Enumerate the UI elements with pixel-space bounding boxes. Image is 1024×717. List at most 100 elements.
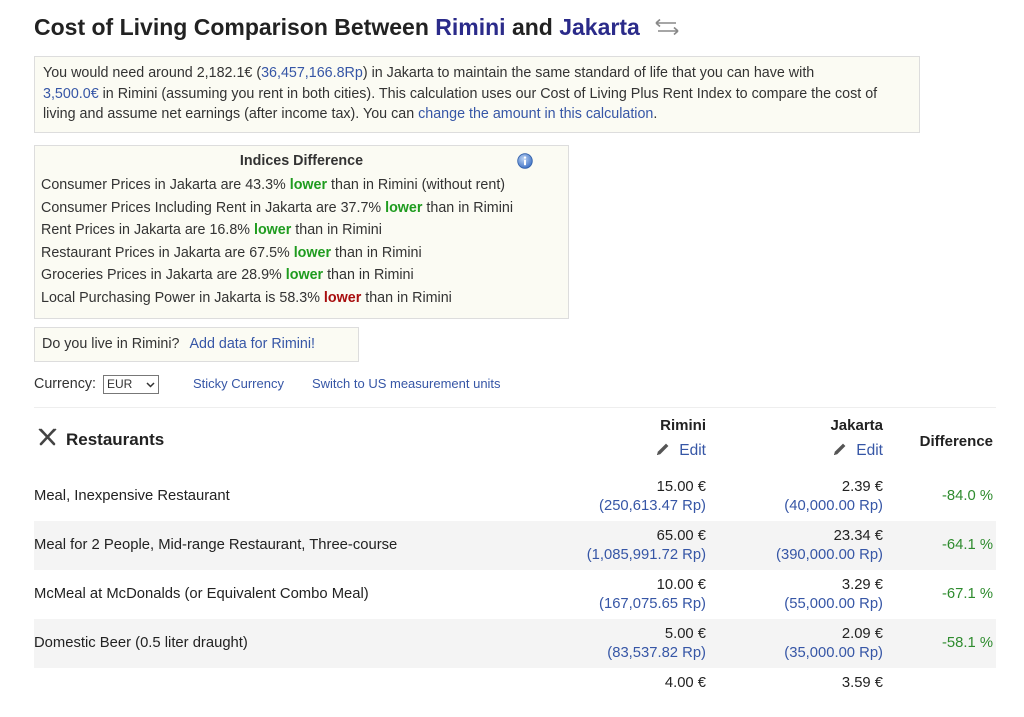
- change-amount-link[interactable]: change the amount in this calculation: [418, 106, 653, 122]
- price-jakarta: 23.34 € (390,000.00 Rp): [776, 527, 883, 565]
- price-eur: 2.09 €: [841, 626, 883, 642]
- index-text: than in Rimini: [291, 222, 382, 238]
- lower-label: lower: [323, 289, 362, 306]
- price-jakarta: 2.39 € (40,000.00 Rp): [784, 478, 883, 516]
- item-name: Meal for 2 People, Mid-range Restaurant,…: [34, 537, 398, 553]
- index-row-purchasing-power: Local Purchasing Power in Jakarta is 58.…: [41, 287, 562, 310]
- price-rimini: 15.00 € (250,613.47 Rp): [599, 478, 706, 516]
- index-row-restaurant: Restaurant Prices in Jakarta are 67.5% l…: [41, 242, 562, 265]
- table-row: McMeal at McDonalds (or Equivalent Combo…: [34, 570, 996, 619]
- summary-box: You would need around 2,182.1€ (36,457,1…: [34, 56, 920, 133]
- difference-value: -84.0 %: [942, 488, 993, 504]
- column-rimini: Rimini Edit: [655, 417, 706, 460]
- price-rp: (55,000.00 Rp): [784, 596, 883, 612]
- index-row-consumer-rent: Consumer Prices Including Rent in Jakart…: [41, 197, 562, 220]
- price-eur: 2.39 €: [841, 479, 883, 495]
- price-rp: (40,000.00 Rp): [784, 498, 883, 514]
- price-jakarta: 3.59 €: [842, 674, 883, 693]
- item-name: Meal, Inexpensive Restaurant: [34, 488, 230, 504]
- currency-select[interactable]: EUR: [102, 374, 159, 394]
- price-rp: (390,000.00 Rp): [776, 547, 883, 563]
- index-row-groceries: Groceries Prices in Jakarta are 28.9% lo…: [41, 264, 562, 287]
- title-city-rimini[interactable]: Rimini: [435, 14, 505, 40]
- index-text: than in Rimini: [331, 244, 422, 261]
- summary-amount-eur: 3,500.0€: [43, 85, 99, 102]
- title-prefix: Cost of Living Comparison Between: [34, 14, 429, 40]
- price-rp: (250,613.47 Rp): [599, 498, 706, 514]
- index-text: Local Purchasing Power in Jakarta is 58.…: [41, 289, 324, 306]
- currency-selected: EUR: [106, 376, 133, 391]
- pencil-icon: [657, 443, 669, 455]
- live-question: Do you live in Rimini?: [42, 336, 180, 352]
- table-row: 4.00 € 3.59 €: [34, 668, 996, 717]
- title-and: and: [511, 14, 553, 40]
- table-header: Restaurants Rimini Edit Jakarta Edit Dif…: [34, 408, 996, 472]
- live-in-city-box: Do you live in Rimini? Add data for Rimin…: [34, 327, 359, 362]
- price-eur: 10.00 €: [656, 577, 706, 593]
- price-rp: (1,085,991.72 Rp): [586, 547, 706, 563]
- fork-knife-icon: [38, 428, 58, 451]
- summary-text-4: .: [653, 106, 658, 122]
- table-row: Meal for 2 People, Mid-range Restaurant,…: [34, 521, 996, 570]
- add-data-link[interactable]: Add data for Rimini!: [189, 336, 315, 352]
- edit-jakarta-button[interactable]: Edit: [830, 441, 883, 460]
- column-difference: Difference: [919, 433, 993, 450]
- currency-label: Currency:: [34, 376, 96, 392]
- column-jakarta: Jakarta Edit: [830, 417, 883, 460]
- price-eur: 15.00 €: [656, 479, 706, 495]
- column-jakarta-label: Jakarta: [830, 417, 883, 434]
- index-text: Consumer Prices in Jakarta are 43.3%: [41, 177, 290, 193]
- index-text: Restaurant Prices in Jakarta are 67.5%: [41, 244, 294, 261]
- price-rimini: 5.00 € (83,537.82 Rp): [607, 625, 706, 663]
- index-text: Consumer Prices Including Rent in Jakart…: [41, 199, 386, 216]
- price-rp: (35,000.00 Rp): [784, 645, 883, 661]
- item-name: McMeal at McDonalds (or Equivalent Combo…: [34, 586, 369, 602]
- info-icon[interactable]: [517, 153, 533, 173]
- page-title: Cost of Living Comparison Between Rimini…: [34, 14, 680, 42]
- price-eur: 65.00 €: [656, 528, 706, 544]
- difference-value: -64.1 %: [942, 537, 993, 553]
- column-rimini-label: Rimini: [660, 417, 706, 434]
- index-text: than in Rimini: [422, 199, 514, 216]
- lower-label: lower: [253, 222, 292, 238]
- pencil-icon: [834, 443, 846, 455]
- lower-label: lower: [289, 177, 328, 193]
- price-eur: 3.29 €: [841, 577, 883, 593]
- swap-cities-icon[interactable]: [654, 15, 680, 42]
- category-heading: Restaurants: [38, 428, 164, 451]
- price-rp: (167,075.65 Rp): [599, 596, 706, 612]
- price-jakarta: 3.29 € (55,000.00 Rp): [784, 576, 883, 614]
- edit-label: Edit: [856, 442, 883, 459]
- price-rimini: 4.00 €: [665, 674, 706, 693]
- index-row-consumer: Consumer Prices in Jakarta are 43.3% low…: [41, 174, 562, 197]
- indices-heading: Indices Difference: [239, 153, 364, 169]
- title-city-jakarta[interactable]: Jakarta: [559, 14, 640, 40]
- index-text: than in Rimini: [361, 289, 452, 306]
- index-text: Groceries Prices in Jakarta are 28.9%: [41, 267, 286, 283]
- price-rp: (83,537.82 Rp): [607, 645, 706, 661]
- difference-value: -58.1 %: [942, 635, 993, 651]
- summary-text-1: You would need around 2,182.1€ (: [43, 65, 262, 81]
- item-name: Domestic Beer (0.5 liter draught): [34, 635, 248, 651]
- table-row: Meal, Inexpensive Restaurant 15.00 € (250…: [34, 472, 996, 521]
- indices-difference-box: Indices Difference Consumer Prices in Ja…: [34, 145, 569, 319]
- prices-table: Restaurants Rimini Edit Jakarta Edit Dif…: [34, 407, 996, 717]
- price-jakarta: 2.09 € (35,000.00 Rp): [784, 625, 883, 663]
- lower-label: lower: [293, 244, 332, 261]
- edit-rimini-button[interactable]: Edit: [655, 441, 706, 460]
- price-eur: 4.00 €: [664, 675, 706, 691]
- summary-amount-rp: 36,457,166.8Rp: [261, 65, 363, 81]
- us-units-link[interactable]: Switch to US measurement units: [312, 376, 501, 391]
- table-row: Domestic Beer (0.5 liter draught) 5.00 €…: [34, 619, 996, 668]
- price-eur: 23.34 €: [833, 528, 883, 544]
- lower-label: lower: [385, 199, 423, 216]
- price-eur: 3.59 €: [841, 675, 883, 691]
- currency-bar: Currency: EUR Sticky Currency Switch to …: [34, 374, 501, 396]
- chevron-down-icon: [146, 376, 155, 399]
- price-rimini: 65.00 € (1,085,991.72 Rp): [587, 527, 706, 565]
- index-text: than in Rimini: [323, 267, 414, 283]
- difference-value: -67.1 %: [942, 586, 993, 602]
- sticky-currency-link[interactable]: Sticky Currency: [193, 376, 284, 391]
- category-label: Restaurants: [66, 429, 165, 449]
- index-text: than in Rimini (without rent): [327, 177, 506, 193]
